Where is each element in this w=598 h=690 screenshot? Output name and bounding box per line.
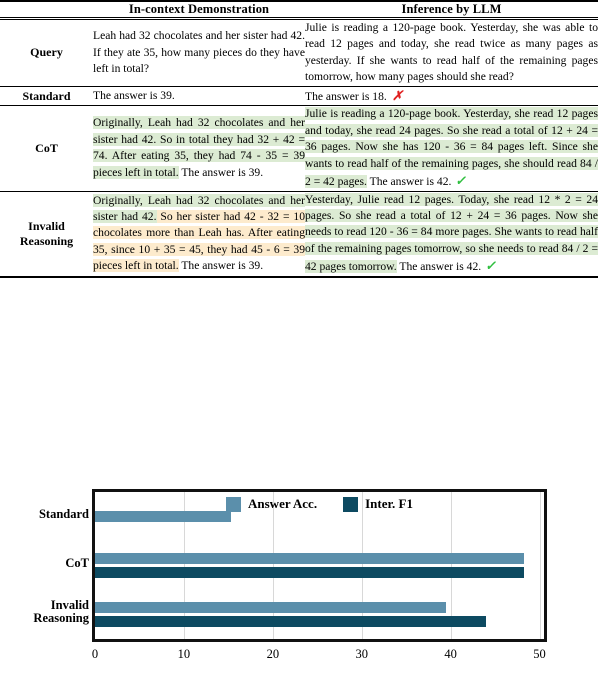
text-segment: Julie is reading a 120-page book. Yester… [305, 107, 598, 189]
cell-inference: Julie is reading a 120-page book. Yester… [305, 106, 598, 191]
x-tick-label: 0 [91, 647, 99, 661]
y-axis-label-invalid-reasoning: Invalid Reasoning [33, 597, 89, 626]
cell-inference: Julie is reading a 120-page book. Yester… [305, 19, 598, 87]
header-in-context-demonstration: In-context Demonstration [128, 2, 270, 16]
cell-demonstration: Originally, Leah had 32 chocolates and h… [93, 106, 305, 191]
text-segment: The answer is 39. [178, 259, 264, 273]
x-tick-label: 50 [533, 647, 546, 661]
figure-page: In-context Demonstration Inference by LL… [0, 0, 598, 690]
cell-inference: Yesterday, Julie read 12 pages. Today, s… [305, 191, 598, 277]
table-row: Standard The answer is 39. The answer is 1… [0, 86, 598, 106]
table-row: CoT Originally, Leah had 32 chocolates an… [0, 106, 598, 192]
text-segment: The answer is 39. [178, 165, 264, 179]
x-tick-label: 10 [177, 647, 191, 661]
bar-chart: Standard CoT Invalid Reasoning Answer Acc. I… [0, 481, 598, 690]
cell-inference: The answer is 18. ✗ [305, 86, 598, 105]
table-row: Invalid Reasoning Originally, Leah had 32 … [0, 191, 598, 277]
cell-demonstration: The answer is 39. [93, 86, 305, 105]
text-segment: The answer is 42. [396, 260, 482, 274]
text-segment: The answer is 39. [93, 88, 175, 102]
bar-invalid-reasoning-answer-acc [95, 602, 447, 613]
text-segment: The answer is 18. [305, 89, 387, 103]
correct-check-icon: ✓ [484, 258, 499, 274]
chart-plot-inner [95, 492, 544, 639]
table-head: In-context Demonstration Inference by LL… [0, 1, 598, 19]
table-body: Query Leah had 32 chocolates and her sist… [0, 19, 598, 277]
gridline [539, 492, 541, 639]
header-inference-by-llm: Inference by LLM [401, 2, 502, 16]
y-axis-label-standard: Standard [38, 506, 89, 521]
bar-invalid-reasoning-inter-f1 [95, 616, 487, 627]
text-segment: Leah had 32 chocolates and her sister ha… [93, 29, 305, 76]
row-label-cot: CoT [35, 140, 58, 155]
chart-plot-area [92, 489, 547, 642]
text-segment: The answer is 42. [366, 175, 452, 189]
comparison-table: In-context Demonstration Inference by LL… [0, 0, 598, 278]
chart-x-axis-ticks: 0 10 20 30 40 50 [92, 647, 547, 671]
correct-check-icon: ✓ [454, 173, 469, 189]
x-tick-label: 20 [266, 647, 280, 661]
incorrect-cross-icon: ✗ [390, 87, 406, 103]
x-tick-label: 30 [355, 647, 368, 661]
table-row: Query Leah had 32 chocolates and her sist… [0, 19, 598, 87]
table-header-row: In-context Demonstration Inference by LL… [0, 1, 598, 19]
y-axis-label-cot: CoT [65, 555, 89, 570]
text-segment: Julie is reading a 120-page book. Yester… [305, 21, 598, 84]
bar-cot-answer-acc [95, 553, 525, 564]
cell-demonstration: Leah had 32 chocolates and her sister ha… [93, 19, 305, 87]
x-tick-label: 40 [444, 647, 457, 661]
row-label-invalid-reasoning: Invalid Reasoning [19, 218, 74, 248]
header-blank [0, 1, 93, 19]
row-label-standard: Standard [22, 88, 71, 103]
cell-demonstration: Originally, Leah had 32 chocolates and h… [93, 191, 305, 277]
bar-standard-answer-acc [95, 511, 232, 522]
row-label-query: Query [30, 45, 63, 60]
bar-cot-inter-f1 [95, 567, 525, 578]
